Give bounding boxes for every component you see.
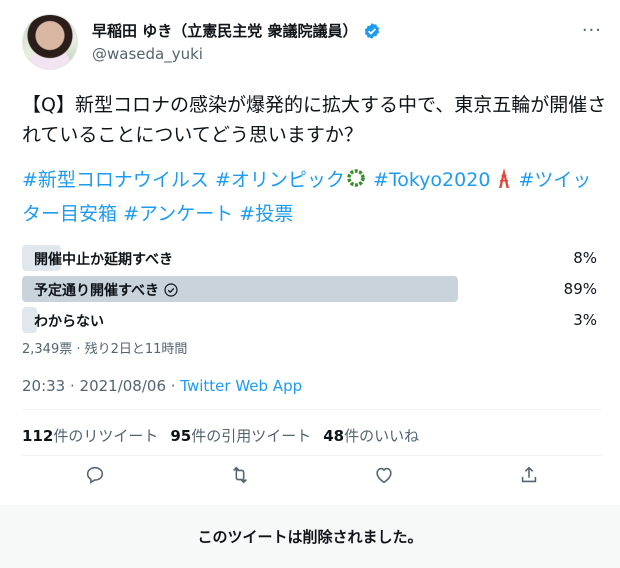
timestamp-text[interactable]: 20:33 · 2021/08/06 ·	[22, 377, 180, 395]
author-display-name[interactable]: 早稲田 ゆき（立憲民主党 衆議院議員）	[92, 20, 357, 41]
likes-stat[interactable]: 48件のいいね	[323, 425, 419, 446]
reply-icon[interactable]	[84, 464, 106, 486]
poll-option-label: 予定通り開催すべき	[34, 283, 160, 299]
deleted-tweet-banner: このツイートは削除されました。	[0, 505, 620, 568]
poll-option: わからない 3%	[22, 307, 597, 333]
poll-option-label: 開催中止か延期すべき	[34, 252, 174, 268]
author-name-row: 早稲田 ゆき（立憲民主党 衆議院議員）	[92, 20, 381, 41]
hashtag-link[interactable]: #新型コロナウイルス	[22, 169, 209, 191]
source-app-link[interactable]: Twitter Web App	[180, 377, 302, 395]
poll-option-percent: 8%	[573, 249, 597, 267]
retweets-count: 112	[22, 427, 54, 445]
check-circle-icon	[164, 283, 178, 297]
likes-count: 48	[323, 427, 345, 445]
likes-label: 件のいいね	[344, 427, 420, 445]
divider	[22, 455, 602, 456]
tweet-timestamp: 20:33 · 2021/08/06 · Twitter Web App	[22, 377, 302, 395]
poll-meta: 2,349票 · 残り2日と11時間	[22, 342, 188, 357]
hashtag-link[interactable]: #アンケート	[123, 203, 233, 225]
poll-option: 開催中止か延期すべき 8%	[22, 245, 597, 271]
hashtag-link[interactable]: #Tokyo2020	[373, 169, 490, 191]
user-avatar[interactable]	[22, 14, 78, 70]
hashtag-link[interactable]: #オリンピック	[215, 169, 345, 191]
tweet-header: 早稲田 ゆき（立憲民主党 衆議院議員） @waseda_yuki ···	[22, 14, 602, 74]
poll-option: 予定通り開催すべき 89%	[22, 276, 597, 302]
ellipsis-icon[interactable]: ···	[582, 20, 602, 41]
retweets-stat[interactable]: 112件のリツイート	[22, 425, 158, 446]
author-handle[interactable]: @waseda_yuki	[92, 45, 203, 63]
quotes-label: 件の引用ツイート	[191, 427, 312, 445]
tokyo-tower-icon	[496, 167, 512, 199]
share-icon[interactable]	[518, 464, 540, 486]
tweet-stats: 112件のリツイート 95件の引用ツイート 48件のいいね	[22, 425, 419, 446]
deleted-tweet-message: このツイートは削除されました。	[197, 528, 423, 546]
poll: 開催中止か延期すべき 8% 予定通り開催すべき 89% わからない 3%	[22, 245, 597, 338]
quotes-stat[interactable]: 95件の引用ツイート	[170, 425, 311, 446]
verified-badge-icon	[363, 22, 381, 40]
tweet-actions	[22, 462, 602, 492]
poll-option-percent: 3%	[573, 311, 597, 329]
hashtag-link[interactable]: #投票	[239, 203, 293, 225]
hashtag-list: #新型コロナウイルス #オリンピック #Tokyo2020 #ツイッター目安箱 …	[22, 165, 607, 230]
tweet-text: 【Q】新型コロナの感染が爆発的に拡大する中で、東京五輪が開催されていることについ…	[22, 94, 607, 146]
like-icon[interactable]	[373, 464, 395, 486]
poll-option-label: わからない	[34, 314, 104, 330]
quotes-count: 95	[170, 427, 192, 445]
retweet-icon[interactable]	[229, 464, 251, 486]
laurel-wreath-icon	[345, 167, 367, 199]
retweets-label: 件のリツイート	[53, 427, 159, 445]
poll-option-percent: 89%	[563, 280, 597, 298]
divider	[22, 409, 602, 410]
